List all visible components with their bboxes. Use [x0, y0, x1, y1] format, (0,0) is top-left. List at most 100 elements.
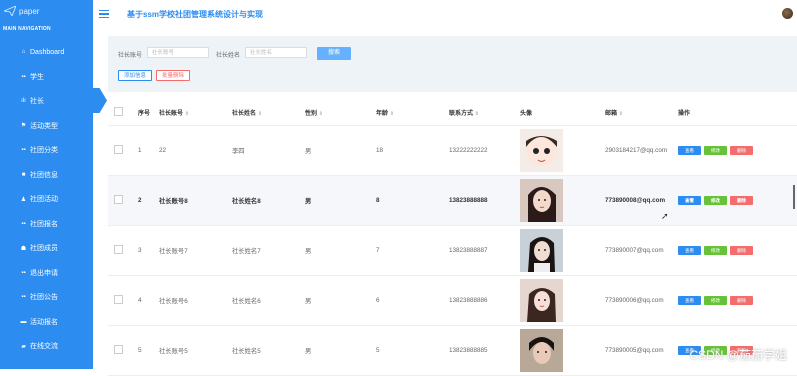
sidebar-item-activity-signup[interactable]: ▬ 活动报名 [0, 310, 93, 335]
edit-button[interactable]: 修改 [704, 246, 727, 255]
sidebar-item-club-notice[interactable]: ▪▪ 社团公告 [0, 285, 93, 310]
delete-button[interactable]: 删除 [730, 246, 753, 255]
cell-avatar [518, 179, 603, 222]
sidebar-item-label: 社团公告 [30, 294, 58, 302]
sidebar-item-president[interactable]: ılı 社长 [0, 89, 93, 114]
col-header-account-label: 社长账号 [159, 110, 184, 117]
sidebar-item-club-member[interactable]: ☗ 社团成员 [0, 236, 93, 261]
cell-phone: 13823888886 [449, 297, 488, 304]
edit-button[interactable]: 修改 [704, 146, 727, 155]
cell-no: 4 [138, 297, 142, 304]
cell-age: 5 [376, 347, 380, 354]
cell-name: 社长姓名5 [232, 348, 261, 355]
cell-age: 6 [376, 297, 380, 304]
mouse-cursor-icon: ➚ [661, 211, 669, 221]
avatar-photo [520, 179, 563, 222]
data-table: 序号 社长账号 ⇕ 社长姓名 ⇕ 性别 ⇕ 年龄 ⇕ 联系方式 ⇕ 头像 邮箱 … [108, 99, 797, 376]
chat-icon: ▰ [21, 343, 26, 350]
avatar-photo [520, 329, 563, 372]
row-checkbox[interactable] [114, 295, 123, 304]
delete-button[interactable]: 删除 [730, 196, 753, 205]
cell-no: 1 [138, 147, 142, 154]
cell-account: 社长账号6 [159, 298, 188, 305]
add-button[interactable]: 添加信息 [118, 70, 152, 81]
edit-button[interactable]: 修改 [704, 196, 727, 205]
sidebar-item-label: 活动报名 [30, 318, 58, 326]
sidebar-item-dashboard[interactable]: ⌂ Dashboard [0, 40, 93, 65]
delete-button[interactable]: 删除 [730, 146, 753, 155]
row-checkbox[interactable] [114, 195, 123, 204]
delete-button[interactable]: 删除 [730, 296, 753, 305]
view-button[interactable]: 查看 [678, 246, 701, 255]
sidebar-item-activity-type[interactable]: ⚑ 活动类型 [0, 114, 93, 139]
cell-email: 2903184217@qq.com [605, 147, 668, 154]
cell-phone: 13823888888 [449, 197, 488, 204]
cell-name: 社长姓名6 [232, 298, 261, 305]
row-checkbox[interactable] [114, 145, 123, 154]
sidebar-item-online-chat[interactable]: ▰ 在线交流 [0, 334, 93, 359]
cell-name: 李四 [232, 148, 245, 155]
sort-icon: ⇕ [618, 110, 623, 117]
row-checkbox[interactable] [114, 245, 123, 254]
account-search-input[interactable]: 社长账号 [147, 47, 209, 58]
sidebar-item-club-activity[interactable]: ♟ 社团活动 [0, 187, 93, 212]
home-icon: ⌂ [21, 49, 26, 56]
sidebar-item-label: Dashboard [30, 48, 65, 56]
view-button[interactable]: 查看 [678, 146, 701, 155]
sidebar-item-label: 退出申请 [30, 269, 58, 277]
nav-title: MAIN NAVIGATION [3, 26, 51, 32]
batch-delete-button[interactable]: 批量删除 [156, 70, 190, 81]
cell-account: 社长账号5 [159, 348, 188, 355]
edit-button[interactable]: 修改 [704, 296, 727, 305]
col-header-gender[interactable]: 性别 ⇕ [303, 108, 374, 117]
cell-age: 8 [376, 197, 380, 204]
cell-email: 773890006@qq.com [605, 297, 664, 304]
row-checkbox[interactable] [114, 345, 123, 354]
col-header-name[interactable]: 社长姓名 ⇕ [230, 108, 303, 117]
logo-text: paper [19, 6, 40, 16]
nav-list: ⌂ Dashboard ▪▪ 学生 ılı 社长 ⚑ 活动类型 ▪▪ 社团分类 ■ 社团信息… [0, 40, 93, 359]
account-label: 社长账号 [118, 53, 143, 59]
cell-avatar [518, 129, 603, 172]
view-button[interactable]: 查看 [678, 296, 701, 305]
menu-toggle-icon[interactable] [99, 10, 109, 18]
sidebar-item-label: 社团信息 [30, 171, 58, 179]
sidebar-item-student[interactable]: ▪▪ 学生 [0, 65, 93, 90]
bar-chart-icon: ılı [21, 98, 26, 105]
sidebar-item-exit-request[interactable]: ▪▪ 退出申请 [0, 261, 93, 286]
sort-icon: ⇕ [389, 110, 394, 117]
avatar-photo [520, 279, 563, 322]
cell-phone: 13823888885 [449, 347, 488, 354]
scrollbar[interactable] [793, 185, 795, 209]
sidebar-item-label: 在线交流 [30, 343, 58, 351]
cell-gender: 男 [305, 148, 312, 155]
col-header-account[interactable]: 社长账号 ⇕ [157, 108, 230, 117]
cell-gender: 男 [305, 348, 312, 355]
sidebar: paper MAIN NAVIGATION ⌂ Dashboard ▪▪ 学生 ıl… [0, 0, 107, 369]
sidebar-item-club-category[interactable]: ▪▪ 社团分类 [0, 138, 93, 163]
select-all-checkbox[interactable] [114, 106, 123, 116]
cell-gender: 男 [305, 248, 312, 255]
search-panel [108, 36, 797, 92]
user-avatar[interactable] [782, 8, 793, 19]
folder-icon: ■ [21, 171, 26, 178]
cell-avatar [518, 279, 603, 322]
sidebar-item-label: 学生 [30, 73, 44, 81]
cell-gender: 男 [305, 198, 312, 205]
col-header-email[interactable]: 邮箱 ⇕ [603, 108, 676, 117]
col-header-email-label: 邮箱 [605, 110, 618, 117]
cell-account: 社长账号8 [159, 198, 188, 205]
cell-email: 773890005@qq.com [605, 347, 664, 354]
cell-account: 社长账号7 [159, 248, 188, 255]
sidebar-item-club-signup[interactable]: ▪▪ 社团报名 [0, 212, 93, 237]
search-button[interactable]: 搜索 [317, 47, 351, 60]
col-header-age[interactable]: 年龄 ⇕ [374, 108, 447, 117]
grid-icon: ▪▪ [21, 294, 26, 301]
col-header-no: 序号 [138, 110, 151, 117]
col-header-phone[interactable]: 联系方式 ⇕ [447, 108, 518, 117]
grid-icon: ▪▪ [21, 220, 26, 227]
view-button[interactable]: 查看 [678, 196, 701, 205]
name-search-input[interactable]: 社长姓名 [245, 47, 307, 58]
sidebar-item-club-info[interactable]: ■ 社团信息 [0, 163, 93, 188]
row-actions: 查看 修改 删除 [676, 296, 756, 305]
